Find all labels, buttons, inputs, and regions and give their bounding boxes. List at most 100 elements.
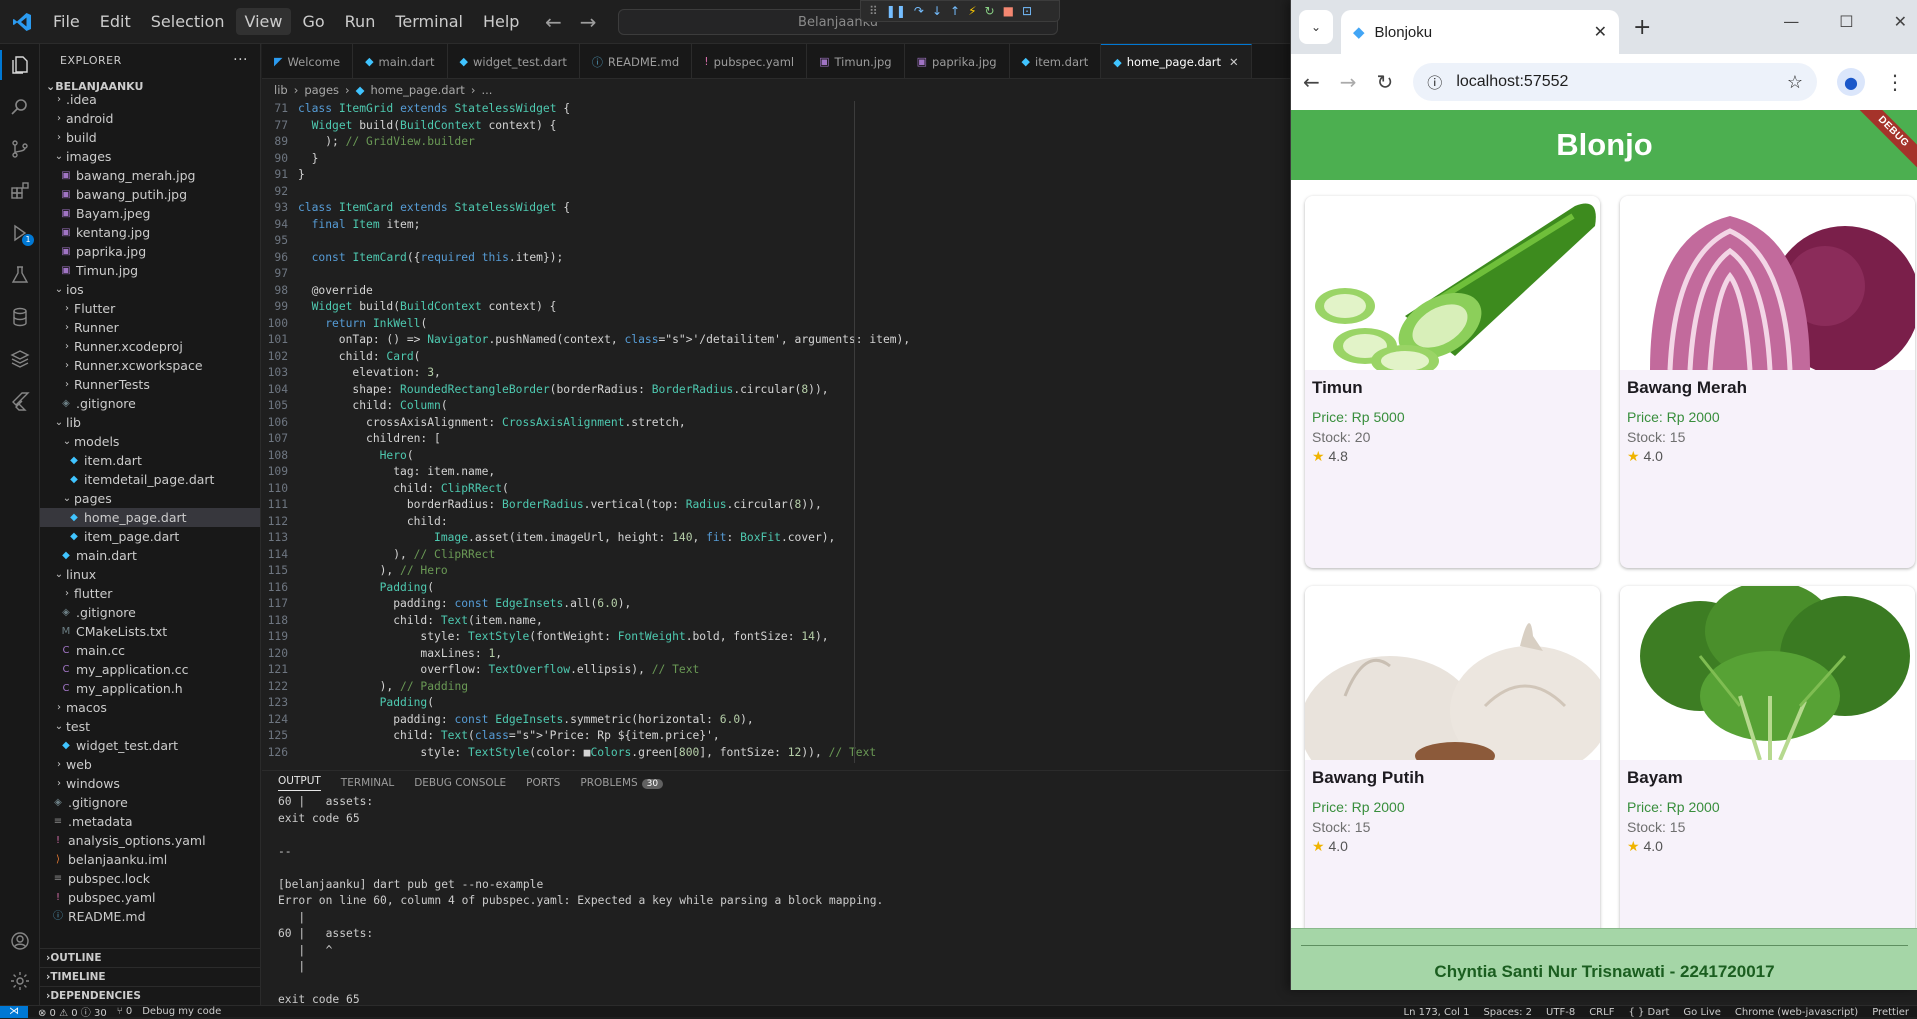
tab-search-icon[interactable]: ⌄ <box>1299 10 1333 44</box>
new-tab-icon[interactable]: + <box>1633 15 1651 40</box>
status-item[interactable]: Go Live <box>1683 1007 1720 1018</box>
back-icon[interactable]: ← <box>1303 70 1320 94</box>
tree-item[interactable]: › Runner.xcodeproj <box>40 337 260 356</box>
tree-item[interactable]: ◆ widget_test.dart <box>40 736 260 755</box>
restart-icon[interactable]: ↻ <box>985 4 995 18</box>
breadcrumb-item[interactable]: home_page.dart <box>371 83 465 97</box>
tab-welcome[interactable]: ◤ Welcome <box>262 44 354 78</box>
status-item[interactable]: UTF-8 <box>1546 1007 1575 1018</box>
tree-item[interactable]: ! pubspec.yaml <box>40 888 260 907</box>
menu-file[interactable]: File <box>44 8 89 35</box>
panel-tab-debug-console[interactable]: DEBUG CONSOLE <box>414 777 506 789</box>
tree-item[interactable]: ! analysis_options.yaml <box>40 831 260 850</box>
outline-section[interactable]: › OUTLINE <box>40 948 260 967</box>
menu-help[interactable]: Help <box>474 8 528 35</box>
menu-terminal[interactable]: Terminal <box>386 8 472 35</box>
tree-item[interactable]: › flutter <box>40 584 260 603</box>
status-item[interactable]: Chrome (web-javascript) <box>1735 1007 1858 1018</box>
tab-pubspec-yaml[interactable]: ! pubspec.yaml <box>692 44 808 78</box>
browser-menu-icon[interactable]: ⋮ <box>1885 70 1905 94</box>
tab-widget-test-dart[interactable]: ◆ widget_test.dart <box>448 44 580 78</box>
tree-item[interactable]: ▣ bawang_merah.jpg <box>40 166 260 185</box>
pause-icon[interactable]: ❚❚ <box>886 4 906 18</box>
account-icon[interactable] <box>0 920 40 962</box>
tree-item[interactable]: ⌄ models <box>40 432 260 451</box>
tree-item[interactable]: ◈ .gitignore <box>40 394 260 413</box>
tree-item[interactable]: ⌄ ios <box>40 280 260 299</box>
tree-item[interactable]: › Runner.xcworkspace <box>40 356 260 375</box>
status-item[interactable]: Spaces: 2 <box>1483 1007 1532 1018</box>
run-debug-icon[interactable]: 1 <box>0 212 40 254</box>
tree-item[interactable]: ▣ Bayam.jpeg <box>40 204 260 223</box>
testing-icon[interactable] <box>0 254 40 296</box>
tree-item[interactable]: ◆ itemdetail_page.dart <box>40 470 260 489</box>
tree-item[interactable]: Cmain.cc <box>40 641 260 660</box>
tab-readme-md[interactable]: ⓘ README.md <box>580 44 693 78</box>
tree-item[interactable]: › windows <box>40 774 260 793</box>
source-control-icon[interactable] <box>0 128 40 170</box>
step-into-icon[interactable]: ↓ <box>932 4 942 18</box>
menu-view[interactable]: View <box>235 8 292 35</box>
code-editor[interactable]: 71 class ItemGrid extends StatelessWidget… <box>262 101 1290 763</box>
tree-item[interactable]: › android <box>40 109 260 128</box>
status-item[interactable]: { } Dart <box>1628 1007 1669 1018</box>
tree-item[interactable]: ⌄ test <box>40 717 260 736</box>
output-panel[interactable]: 60 | assets: exit code 65 -- [belanjaanku] … <box>262 794 1290 1005</box>
tree-item[interactable]: ◆ item_page.dart <box>40 527 260 546</box>
tree-item[interactable]: ⌄ linux <box>40 565 260 584</box>
database-icon[interactable] <box>0 296 40 338</box>
panel-tab-ports[interactable]: PORTS <box>526 777 560 789</box>
product-card[interactable]: Bayam Price: Rp 2000 Stock: 15 ★ 4.0 <box>1620 586 1915 958</box>
timeline-section[interactable]: › TIMELINE <box>40 967 260 986</box>
tab-home-page-dart[interactable]: ◆ home_page.dart ✕ <box>1101 44 1252 78</box>
tree-item[interactable]: Cmy_application.h <box>40 679 260 698</box>
panel-tab-output[interactable]: OUTPUT <box>278 775 321 791</box>
drag-handle-icon[interactable]: ⠿ <box>869 4 878 18</box>
tab-main-dart[interactable]: ◆ main.dart <box>353 44 448 78</box>
reload-icon[interactable]: ↻ <box>1377 70 1394 94</box>
forward-arrow-icon[interactable]: → <box>580 10 597 34</box>
bookmark-star-icon[interactable]: ☆ <box>1787 72 1803 93</box>
breadcrumb-item[interactable]: lib <box>274 83 288 97</box>
profile-avatar-icon[interactable]: ● <box>1837 68 1865 96</box>
menu-go[interactable]: Go <box>293 8 333 35</box>
flutter-icon[interactable] <box>0 380 40 422</box>
menu-selection[interactable]: Selection <box>142 8 234 35</box>
breadcrumb-item[interactable]: ... <box>481 83 492 97</box>
menu-edit[interactable]: Edit <box>91 8 140 35</box>
status-item[interactable]: Ln 173, Col 1 <box>1404 1007 1470 1018</box>
more-actions-icon[interactable]: ··· <box>233 52 248 68</box>
explorer-icon[interactable] <box>0 44 40 86</box>
tab-paprika-jpg[interactable]: ▣ paprika.jpg <box>905 44 1010 78</box>
minimize-icon[interactable]: — <box>1783 12 1799 31</box>
extensions-icon[interactable] <box>0 170 40 212</box>
tree-item[interactable]: › web <box>40 755 260 774</box>
tree-item[interactable]: › .idea <box>40 90 260 109</box>
tab-timun-jpg[interactable]: ▣ Timun.jpg <box>807 44 905 78</box>
menu-run[interactable]: Run <box>336 8 385 35</box>
breadcrumb-item[interactable]: pages <box>304 83 339 97</box>
product-card[interactable]: Bawang Putih Price: Rp 2000 Stock: 15 ★ 4.0 <box>1305 586 1600 958</box>
tree-item[interactable]: ◆ item.dart <box>40 451 260 470</box>
remote-indicator-icon[interactable]: ⋊ <box>0 1005 28 1018</box>
step-out-icon[interactable]: ↑ <box>950 4 960 18</box>
browser-tab[interactable]: ◆ Blonjoku ✕ <box>1341 10 1619 54</box>
tree-item[interactable]: › Runner <box>40 318 260 337</box>
tree-item[interactable]: ⌄ pages <box>40 489 260 508</box>
tab-item-dart[interactable]: ◆ item.dart <box>1010 44 1102 78</box>
close-tab-icon[interactable]: ✕ <box>1594 22 1607 42</box>
panel-tab-problems[interactable]: PROBLEMS 30 <box>580 777 664 789</box>
forward-icon[interactable]: → <box>1340 70 1357 94</box>
tree-item[interactable]: › RunnerTests <box>40 375 260 394</box>
close-tab-icon[interactable]: ✕ <box>1229 55 1239 69</box>
tree-item[interactable]: ◆ home_page.dart <box>40 508 260 527</box>
tree-item[interactable]: ▣ kentang.jpg <box>40 223 260 242</box>
maximize-icon[interactable]: ☐ <box>1839 12 1853 31</box>
tree-item[interactable]: ⓘ README.md <box>40 907 260 926</box>
tree-item[interactable]: ◈ .gitignore <box>40 793 260 812</box>
debug-status[interactable]: Debug my code <box>142 1006 221 1017</box>
product-card[interactable]: Bawang Merah Price: Rp 2000 Stock: 15 ★ 4.0 <box>1620 196 1915 568</box>
tree-item[interactable]: ⌄ lib <box>40 413 260 432</box>
hot-reload-icon[interactable]: ⚡ <box>968 4 976 18</box>
ports-status[interactable]: ⑂ 0 <box>117 1006 133 1017</box>
